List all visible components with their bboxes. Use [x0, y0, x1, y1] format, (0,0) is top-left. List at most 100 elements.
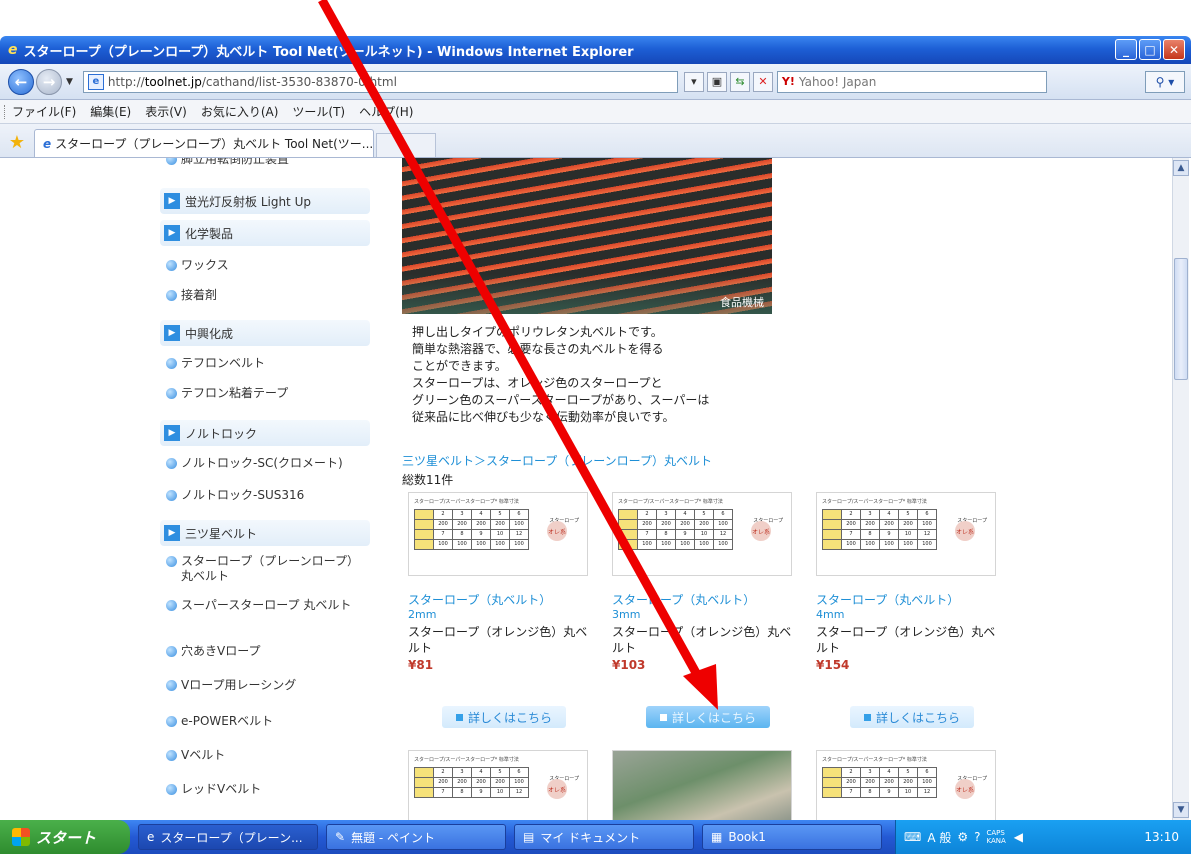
product-thumbnail[interactable]: スターロープ/スーパースターロープ* 标準寸法 2 3 4 5 6 200 200 200 20…	[816, 750, 996, 820]
bullet-dot-icon	[166, 388, 177, 399]
tray-expand-icon[interactable]: ◀	[1014, 830, 1023, 844]
sidebar-category-header[interactable]: ▶ 三ツ星ベルト	[160, 520, 370, 546]
stop-icon[interactable]: ✕	[752, 71, 773, 92]
scroll-down-icon[interactable]: ▼	[1173, 802, 1189, 818]
menu-favorites[interactable]: お気に入り(A)	[201, 103, 279, 120]
menu-tools[interactable]: ツール(T)	[292, 103, 345, 120]
menu-file[interactable]: ファイル(F)	[12, 103, 76, 120]
scroll-up-icon[interactable]: ▲	[1173, 160, 1189, 176]
sidebar-item[interactable]: 接着剤	[166, 288, 366, 303]
tab-label: スターロープ（プレーンロープ）丸ベルト Tool Net(ツー...	[55, 137, 374, 151]
sidebar-item-label: 穴あきVロープ	[181, 644, 261, 658]
tab-current[interactable]: e スターロープ（プレーンロープ）丸ベルト Tool Net(ツー...	[34, 129, 374, 157]
sidebar-item[interactable]: 穴あきVロープ	[166, 644, 366, 659]
breadcrumb[interactable]: 三ツ星ベルト＞スターロープ（プレーンロープ）丸ベルト	[402, 452, 712, 469]
ime-tools-icon[interactable]: ⚙	[957, 830, 968, 844]
play-arrow-icon: ▶	[164, 325, 180, 341]
product-desc: スターロープ（オレンジ色）丸ベルト	[816, 625, 996, 655]
sidebar-item-label: 化学製品	[185, 226, 234, 241]
size-table-graphic: 2 3 4 5 6 200 200 200 200 100 7 8 9 10 12 100 100 100 100 1…	[414, 509, 529, 550]
window-titlebar[interactable]: e スターロープ（プレーンロープ）丸ベルト Tool Net(ツールネット) -…	[0, 36, 1191, 64]
sidebar-item[interactable]: Vロープ用レーシング	[166, 678, 366, 693]
orange-badge-icon: オレ系	[547, 521, 567, 541]
menu-edit[interactable]: 編集(E)	[90, 103, 131, 120]
product-size[interactable]: 4mm	[816, 608, 1006, 622]
sidebar-item[interactable]: スターロープ（プレーンロープ）丸ベルト	[166, 554, 366, 584]
sidebar-item[interactable]: e-POWERベルト	[166, 714, 366, 729]
minimize-button[interactable]: _	[1115, 39, 1137, 60]
back-button[interactable]: ←	[8, 68, 34, 95]
product-photo-thumbnail[interactable]	[612, 750, 792, 820]
bullet-icon	[659, 713, 667, 721]
forward-button[interactable]: →	[36, 68, 62, 95]
keyboard-icon[interactable]: ⌨	[904, 830, 921, 844]
product-thumbnail[interactable]: スターロープ/スーパースターロープ* 标準寸法 2 3 4 5 6 200 200 200 20…	[612, 492, 792, 576]
sidebar-item[interactable]: ノルトロック-SUS316	[166, 488, 366, 503]
product-description: 押し出しタイプのポリウレタン丸ベルトです。 簡単な熱溶器で、必要な長さの丸ベルト…	[412, 324, 772, 426]
sidebar-category-header[interactable]: ▶ 化学製品	[160, 220, 370, 246]
sidebar-item[interactable]: ノルトロック-SC(クロメート)	[166, 456, 366, 471]
start-button[interactable]: スタート	[0, 820, 130, 854]
ime-icon[interactable]: A 般	[927, 829, 951, 846]
product-thumbnail[interactable]: スターロープ/スーパースターロープ* 标準寸法 2 3 4 5 6 200 200 200 20…	[408, 750, 588, 820]
scroll-thumb[interactable]	[1174, 258, 1188, 380]
bullet-dot-icon	[166, 680, 177, 691]
vertical-scrollbar[interactable]: ▲ ▼	[1172, 158, 1189, 820]
product-name-link[interactable]: スターロープ（丸ベルト）	[612, 592, 802, 608]
sidebar-item-label: スーパースターロープ 丸ベルト	[181, 598, 352, 612]
sidebar-item-label: Vベルト	[181, 748, 226, 762]
task-excel-book1[interactable]: ▦ Book1	[702, 824, 882, 850]
history-dropdown-icon[interactable]: ▼	[66, 77, 73, 87]
main-content: 食品機械 押し出しタイプのポリウレタン丸ベルトです。 簡単な熱溶器で、必要な長さ…	[402, 158, 996, 820]
help-icon[interactable]: ?	[974, 830, 980, 844]
task-paint[interactable]: ✎ 無題 - ペイント	[326, 824, 506, 850]
product-size[interactable]: 2mm	[408, 608, 598, 622]
sidebar-item[interactable]: レッドVベルト	[166, 782, 366, 797]
bullet-dot-icon	[166, 600, 177, 611]
sidebar-item-label: ワックス	[181, 258, 229, 272]
product-name-link[interactable]: スターロープ（丸ベルト）	[408, 592, 598, 608]
sidebar-category-header[interactable]: ▶ 蛍光灯反射板 Light Up	[160, 188, 370, 214]
refresh-icon[interactable]: ⇆	[729, 71, 750, 92]
address-toolbar: ← → ▼ e http://toolnet.jp/cathand/list-3…	[0, 64, 1191, 100]
sidebar-category-header[interactable]: ▶ 中興化成	[160, 320, 370, 346]
task-ie[interactable]: e スターロープ（プレーン...	[138, 824, 318, 850]
menu-help[interactable]: ヘルプ(H)	[359, 103, 413, 120]
window-controls: _ □ ✕	[1115, 39, 1185, 60]
sidebar-item[interactable]: ワックス	[166, 258, 366, 273]
favorites-star-icon[interactable]: ★	[0, 127, 34, 157]
sidebar-item[interactable]: Vベルト	[166, 748, 366, 763]
product-thumbnail[interactable]: スターロープ/スーパースターロープ* 标準寸法 2 3 4 5 6 200 200 200 20…	[408, 492, 588, 576]
search-input[interactable]: Y! Yahoo! Japan	[776, 70, 1047, 93]
sidebar-item[interactable]: スーパースターロープ 丸ベルト	[166, 598, 366, 613]
close-button[interactable]: ✕	[1163, 39, 1185, 60]
sidebar-item-label: 中興化成	[185, 326, 234, 341]
sidebar-item[interactable]: テフロンベルト	[166, 356, 366, 371]
search-button[interactable]: ⚲ ▾	[1145, 70, 1185, 93]
sidebar-item[interactable]: テフロン粘着テープ	[166, 386, 366, 401]
product-name-link[interactable]: スターロープ（丸ベルト）	[816, 592, 1006, 608]
detail-button[interactable]: 詳しくはこちら	[850, 706, 974, 728]
product-size[interactable]: 3mm	[612, 608, 802, 622]
menu-view[interactable]: 表示(V)	[145, 103, 187, 120]
new-tab-button[interactable]	[376, 133, 436, 157]
detail-button-selected[interactable]: 詳しくはこちら	[646, 706, 770, 728]
sidebar-category-header[interactable]: ▶ ノルトロック	[160, 420, 370, 446]
system-tray: ⌨ A 般 ⚙ ? CAPS KANA ◀ 13:10	[895, 820, 1191, 854]
maximize-button[interactable]: □	[1139, 39, 1161, 60]
product-thumbnail[interactable]: スターロープ/スーパースターロープ* 标準寸法 2 3 4 5 6 200 200 200 20…	[816, 492, 996, 576]
tab-bar: ★ e スターロープ（プレーンロープ）丸ベルト Tool Net(ツー...	[0, 124, 1191, 158]
compatibility-icon[interactable]: ▣	[706, 71, 727, 92]
sidebar-item[interactable]: 脚立用転倒防止装置	[166, 158, 366, 167]
page-viewport: 脚立用転倒防止装置 ▶ 蛍光灯反射板 Light Up ▶ 化学製品 ワックス 接着剤 ▶ 中興…	[0, 158, 1191, 820]
bullet-icon	[863, 713, 871, 721]
bullet-dot-icon	[166, 646, 177, 657]
url-field[interactable]: e http://toolnet.jp/cathand/list-3530-83…	[82, 70, 678, 93]
url-dropdown-icon[interactable]: ▾	[683, 71, 704, 92]
product-price: ¥81	[408, 658, 434, 672]
description-line: ことができます。	[412, 359, 507, 373]
bullet-dot-icon	[166, 750, 177, 761]
detail-button[interactable]: 詳しくはこちら	[442, 706, 566, 728]
task-my-documents[interactable]: ▤ マイ ドキュメント	[514, 824, 694, 850]
page-icon: e	[87, 73, 104, 90]
